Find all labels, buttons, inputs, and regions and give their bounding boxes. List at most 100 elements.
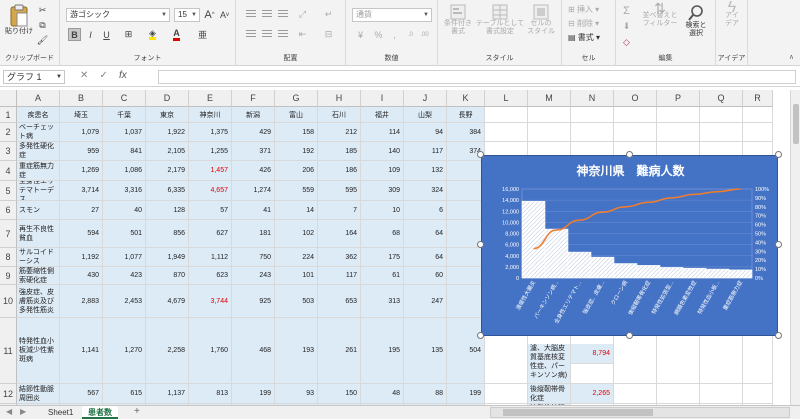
row-header[interactable]: 8 bbox=[0, 248, 17, 267]
table-cell[interactable]: 206 bbox=[275, 161, 318, 181]
empty-cell[interactable] bbox=[614, 384, 657, 404]
fill-icon[interactable]: ⬇ bbox=[620, 20, 633, 33]
table-cell[interactable]: 128 bbox=[146, 201, 189, 220]
align-middle-icon[interactable] bbox=[260, 8, 273, 21]
table-cell[interactable]: 57 bbox=[189, 201, 232, 220]
row-header[interactable]: 12 bbox=[0, 384, 17, 404]
font-color-icon[interactable]: A bbox=[170, 28, 183, 41]
empty-cell[interactable] bbox=[614, 107, 657, 123]
empty-cell[interactable] bbox=[700, 384, 743, 404]
table-cell[interactable]: 6,335 bbox=[146, 181, 189, 201]
select-all-corner[interactable] bbox=[0, 90, 17, 107]
table-cell[interactable]: 101 bbox=[275, 267, 318, 285]
resize-handle[interactable] bbox=[626, 332, 633, 339]
table-cell[interactable]: 1,269 bbox=[60, 161, 103, 181]
column-header[interactable]: F bbox=[232, 90, 275, 107]
row-header[interactable]: 4 bbox=[0, 161, 17, 181]
tab-nav-next-icon[interactable]: ▶ bbox=[20, 407, 26, 416]
delete-button[interactable]: ⊟ 削除 ▾ bbox=[568, 18, 599, 29]
table-cell[interactable]: 14 bbox=[275, 201, 318, 220]
table-cell[interactable]: 164 bbox=[318, 220, 361, 248]
fx-icon[interactable]: fx bbox=[119, 70, 127, 81]
number-format-select[interactable]: 通貨 ▼ bbox=[352, 8, 432, 22]
table-cell[interactable]: 114 bbox=[361, 123, 404, 142]
table-cell[interactable]: 1,079 bbox=[60, 123, 103, 142]
table-cell[interactable]: 362 bbox=[318, 248, 361, 267]
row-header[interactable]: 7 bbox=[0, 220, 17, 248]
resize-handle[interactable] bbox=[775, 151, 782, 158]
table-cell[interactable]: 750 bbox=[232, 248, 275, 267]
table-header-cell[interactable]: 疾患名 bbox=[17, 107, 60, 123]
column-header[interactable]: J bbox=[404, 90, 447, 107]
table-cell[interactable]: 93 bbox=[275, 384, 318, 404]
format-button[interactable]: ▤ 書式 ▾ bbox=[568, 32, 600, 43]
copy-icon[interactable]: ⧉ bbox=[36, 19, 49, 32]
table-cell[interactable]: 2,453 bbox=[103, 285, 146, 318]
table-cell[interactable]: 1,112 bbox=[189, 248, 232, 267]
side-cell-label[interactable]: 濾、大脳皮質基底核変性症、パーキンソン病) bbox=[528, 344, 571, 384]
table-header-cell[interactable]: 埼玉 bbox=[60, 107, 103, 123]
table-cell[interactable] bbox=[447, 181, 485, 201]
table-cell[interactable]: 567 bbox=[60, 384, 103, 404]
table-cell[interactable] bbox=[447, 161, 485, 181]
percent-icon[interactable]: % bbox=[372, 28, 385, 41]
tab-nav-prev-icon[interactable]: ◀ bbox=[6, 407, 12, 416]
empty-cell[interactable] bbox=[657, 384, 700, 404]
table-header-cell[interactable]: 東京 bbox=[146, 107, 189, 123]
table-cell[interactable]: 175 bbox=[361, 248, 404, 267]
row-header[interactable]: 2 bbox=[0, 123, 17, 142]
column-header[interactable]: P bbox=[657, 90, 700, 107]
align-right-icon[interactable] bbox=[276, 28, 289, 41]
table-cell[interactable]: 3,316 bbox=[103, 181, 146, 201]
row-header[interactable]: 10 bbox=[0, 285, 17, 318]
table-cell[interactable]: 1,274 bbox=[232, 181, 275, 201]
side-cell-value[interactable]: 2,265 bbox=[571, 384, 614, 404]
table-header-cell[interactable]: 福井 bbox=[361, 107, 404, 123]
table-cell[interactable]: 1,457 bbox=[189, 161, 232, 181]
table-cell[interactable]: 60 bbox=[404, 267, 447, 285]
table-cell[interactable]: 64 bbox=[404, 248, 447, 267]
table-cell[interactable]: 48 bbox=[361, 384, 404, 404]
cell-style-button[interactable]: セルの スタイル bbox=[524, 4, 558, 36]
table-cell[interactable]: スモン bbox=[17, 201, 60, 220]
table-cell[interactable]: 925 bbox=[232, 285, 275, 318]
table-cell[interactable]: 503 bbox=[275, 285, 318, 318]
table-cell[interactable]: 423 bbox=[103, 267, 146, 285]
table-cell[interactable]: 199 bbox=[447, 384, 485, 404]
table-header-cell[interactable]: 石川 bbox=[318, 107, 361, 123]
cancel-icon[interactable]: ✕ bbox=[80, 70, 88, 81]
vertical-scrollbar[interactable] bbox=[790, 90, 800, 405]
table-cell[interactable]: 3,744 bbox=[189, 285, 232, 318]
row-header[interactable]: 11 bbox=[0, 318, 17, 384]
table-cell[interactable]: 88 bbox=[404, 384, 447, 404]
table-cell[interactable]: 504 bbox=[447, 318, 485, 384]
table-header-cell[interactable]: 山梨 bbox=[404, 107, 447, 123]
scroll-thumb[interactable] bbox=[503, 409, 653, 416]
table-cell[interactable]: 247 bbox=[404, 285, 447, 318]
table-cell[interactable]: 10 bbox=[361, 201, 404, 220]
table-cell[interactable]: 426 bbox=[232, 161, 275, 181]
table-cell[interactable]: 384 bbox=[447, 123, 485, 142]
table-cell[interactable]: 再生不良性貧血 bbox=[17, 220, 60, 248]
table-cell[interactable]: 243 bbox=[232, 267, 275, 285]
table-cell[interactable]: 309 bbox=[361, 181, 404, 201]
add-sheet-button[interactable]: + bbox=[134, 406, 140, 417]
table-cell[interactable] bbox=[447, 285, 485, 318]
table-cell[interactable]: サルコイドーシス bbox=[17, 248, 60, 267]
table-header-cell[interactable]: 千葉 bbox=[103, 107, 146, 123]
chart[interactable]: 神奈川県 難病人数 0 2,000 4,000 6,000 8,000 10,000 12,0… bbox=[481, 155, 778, 336]
row-header[interactable]: 9 bbox=[0, 267, 17, 285]
indent-icon[interactable]: ⇤ bbox=[296, 28, 309, 41]
resize-handle[interactable] bbox=[477, 241, 484, 248]
table-cell[interactable] bbox=[447, 201, 485, 220]
row-header[interactable]: 5 bbox=[0, 181, 17, 201]
align-bottom-icon[interactable] bbox=[276, 8, 289, 21]
table-cell[interactable]: 1,760 bbox=[189, 318, 232, 384]
table-cell[interactable]: 186 bbox=[318, 161, 361, 181]
merge-center-icon[interactable]: ⊟ bbox=[322, 28, 335, 41]
table-cell[interactable]: 特発性血小板減少性紫斑病 bbox=[17, 318, 60, 384]
column-header[interactable]: K bbox=[447, 90, 485, 107]
table-cell[interactable]: 623 bbox=[189, 267, 232, 285]
table-cell[interactable] bbox=[447, 248, 485, 267]
wrap-text-icon[interactable]: ↵ bbox=[322, 8, 335, 21]
